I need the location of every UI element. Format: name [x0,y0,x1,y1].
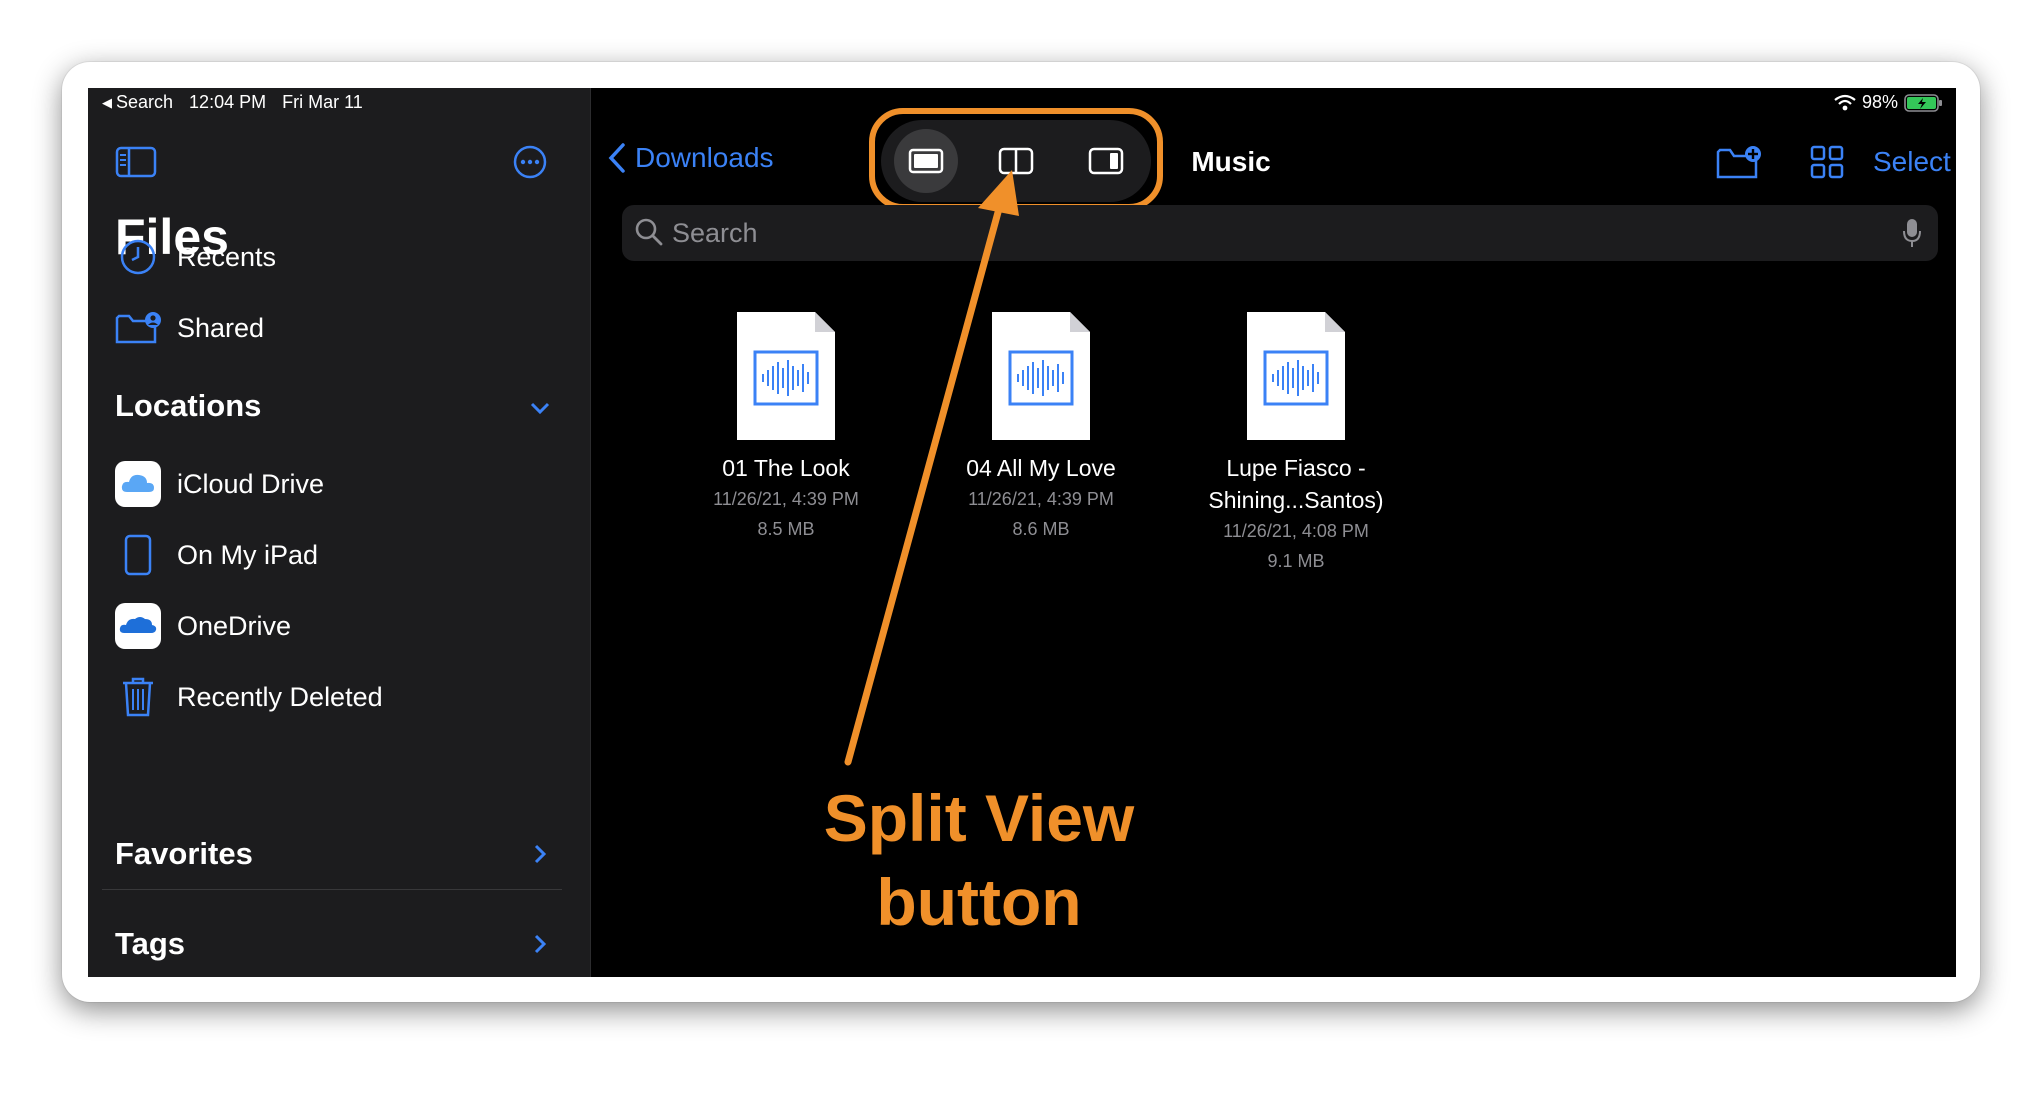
file-name: 04 All My Love [966,455,1116,481]
battery-percentage: 98% [1861,92,1898,112]
trash-icon [115,674,161,720]
sidebar-item-recently-deleted[interactable]: Recently Deleted [115,673,565,721]
back-button[interactable]: Downloads [607,142,774,174]
tags-heading[interactable]: Tags [115,926,185,962]
file-name-line: Lupe Fiasco - [1226,455,1366,481]
microphone-icon[interactable] [1902,217,1922,249]
sidebar-item-recents[interactable]: Recents [115,233,565,281]
annotation-label: Split View button [779,776,1179,944]
file-name: 01 The Look [722,455,850,481]
status-bar-right: 98% [1834,92,1944,113]
sidebar-item-label: OneDrive [177,610,292,641]
audio-file-icon [737,312,835,440]
file-date: 11/26/21, 4:39 PM [713,489,859,509]
sidebar-item-icloud-drive[interactable]: iCloud Drive [115,460,565,508]
status-time: 12:04 PM [189,92,267,112]
select-button[interactable]: Select [1873,146,1951,178]
sidebar-item-label: Recents [177,241,277,272]
annotation-line: button [876,865,1082,939]
search-placeholder: Search [672,218,758,248]
back-to-app-icon[interactable]: ◀ [102,95,112,111]
ipad-icon [115,532,161,578]
new-folder-icon[interactable] [1716,144,1762,180]
chevron-down-icon[interactable] [528,396,552,420]
wifi-icon [1834,94,1856,110]
file-size: 8.5 MB [757,519,815,539]
sidebar-item-shared[interactable]: Shared [115,304,565,352]
sidebar-item-label: Shared [177,312,265,343]
back-button-label: Downloads [635,142,774,173]
sidebar: ◀ Search 12:04 PM Fri Mar 11 Files Recen… [88,88,591,977]
folder-title: Music [1191,146,1271,177]
onedrive-icon [115,603,161,649]
sidebar-item-on-my-ipad[interactable]: On My iPad [115,531,565,579]
locations-heading[interactable]: Locations [115,388,261,424]
search-icon [635,218,663,246]
chevron-right-icon[interactable] [528,932,552,956]
icloud-icon [115,461,161,507]
audio-file-icon [992,312,1090,440]
shared-folder-icon [115,305,161,351]
sidebar-item-onedrive[interactable]: OneDrive [115,602,565,650]
file-date: 11/26/21, 4:39 PM [968,489,1114,509]
file-date: 11/26/21, 4:08 PM [1223,521,1369,541]
sidebar-item-label: Recently Deleted [177,681,383,712]
chevron-left-icon [608,143,625,173]
sidebar-item-label: On My iPad [177,539,319,570]
grid-view-icon[interactable] [1809,144,1845,180]
annotation-line: Split View [823,781,1135,855]
favorites-heading[interactable]: Favorites [115,836,253,872]
file-size: 9.1 MB [1267,551,1325,571]
file-item[interactable]: 01 The Look 11/26/21, 4:39 PM 8.5 MB [686,310,886,544]
audio-file-icon [1247,312,1345,440]
battery-charging-icon [1904,93,1942,112]
sidebar-toggle-icon[interactable] [115,145,157,179]
chevron-right-icon[interactable] [528,842,552,866]
divider [102,889,562,890]
file-name: Lupe Fiasco - Shining...Santos) [1196,452,1396,516]
file-item[interactable]: 04 All My Love 11/26/21, 4:39 PM 8.6 MB [941,310,1141,544]
file-name-line: Shining...Santos) [1208,487,1384,513]
search-input[interactable]: Search [622,205,1938,261]
status-bar-left: ◀ Search 12:04 PM Fri Mar 11 [102,92,363,113]
file-item[interactable]: Lupe Fiasco - Shining...Santos) 11/26/21… [1196,310,1396,576]
status-date: Fri Mar 11 [282,92,363,112]
file-size: 8.6 MB [1012,519,1070,539]
sidebar-item-label: iCloud Drive [177,468,325,499]
clock-icon [115,234,161,280]
back-to-app-label[interactable]: Search [116,92,173,113]
more-options-icon[interactable] [512,144,548,180]
